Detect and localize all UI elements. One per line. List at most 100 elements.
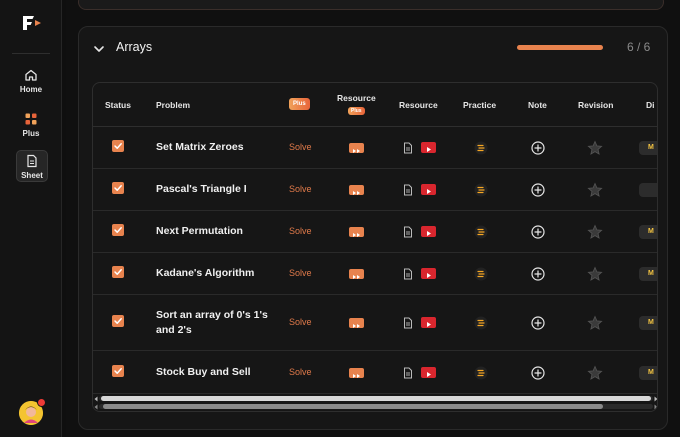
problems-table: Status Problem Plus Resource Plus Resour…	[92, 82, 658, 412]
solve-link[interactable]: Solve	[289, 226, 312, 236]
sidebar-item-label: Sheet	[21, 171, 43, 180]
revision-star-icon[interactable]	[587, 140, 603, 156]
youtube-button[interactable]	[421, 142, 436, 153]
article-icon[interactable]	[403, 268, 413, 280]
difficulty-badge: M	[639, 267, 657, 281]
progress-bar	[517, 45, 603, 50]
section-title[interactable]: Arrays	[116, 40, 152, 54]
sheet-icon	[27, 154, 37, 168]
practice-icon[interactable]	[474, 267, 488, 281]
revision-star-icon[interactable]	[587, 182, 603, 198]
plus-video-button[interactable]	[349, 367, 364, 378]
problem-name[interactable]: Set Matrix Zeroes	[156, 140, 276, 155]
article-icon[interactable]	[403, 226, 413, 238]
plus-video-button[interactable]	[349, 269, 364, 279]
add-note-icon[interactable]	[531, 141, 545, 155]
table-row: Kadane's Algorithm Solve M	[93, 253, 657, 295]
horizontal-scrollbar[interactable]	[93, 394, 658, 411]
video-play-icon	[353, 149, 360, 153]
notification-dot	[37, 398, 46, 407]
add-note-icon[interactable]	[531, 183, 545, 197]
check-icon	[114, 367, 122, 374]
check-icon	[114, 269, 122, 275]
youtube-button[interactable]	[421, 317, 436, 328]
table-header: Status Problem Plus Resource Plus Resour…	[93, 83, 657, 127]
article-icon[interactable]	[403, 367, 413, 379]
status-checkbox[interactable]	[112, 224, 124, 236]
article-icon[interactable]	[403, 142, 413, 154]
header-problem: Problem	[156, 100, 191, 110]
problem-name[interactable]: Pascal's Triangle I	[156, 182, 276, 197]
add-note-icon[interactable]	[531, 365, 545, 380]
sidebar-item-label: Plus	[22, 129, 40, 138]
youtube-play-icon	[427, 147, 431, 152]
solve-link[interactable]: Solve	[289, 142, 312, 152]
video-play-icon	[353, 191, 360, 195]
revision-star-icon[interactable]	[587, 364, 603, 381]
scroll-right-icon[interactable]	[653, 404, 658, 410]
problem-name[interactable]: Stock Buy and Sell	[156, 365, 276, 380]
sidebar-item-sheet[interactable]: Sheet	[16, 150, 48, 182]
plus-video-button[interactable]	[349, 227, 364, 237]
header-status: Status	[105, 100, 131, 110]
scrollbar-thumb[interactable]	[103, 404, 603, 409]
practice-icon[interactable]	[474, 141, 488, 155]
header-practice: Practice	[463, 100, 497, 110]
solve-link[interactable]: Solve	[289, 367, 312, 377]
youtube-button[interactable]	[421, 184, 436, 195]
progress-fill	[517, 45, 603, 50]
video-play-icon	[353, 373, 360, 378]
status-checkbox[interactable]	[112, 182, 124, 194]
practice-icon[interactable]	[474, 225, 488, 239]
check-icon	[114, 185, 122, 191]
status-checkbox[interactable]	[112, 140, 124, 152]
chevron-down-icon[interactable]	[93, 44, 105, 54]
status-checkbox[interactable]	[112, 315, 124, 327]
sidebar: Home Plus Sheet	[0, 0, 62, 437]
previous-section-card	[78, 0, 664, 10]
article-icon[interactable]	[403, 184, 413, 196]
sidebar-item-label: Home	[19, 85, 43, 94]
youtube-button[interactable]	[421, 366, 436, 378]
revision-star-icon[interactable]	[587, 266, 603, 282]
scroll-right-icon[interactable]	[653, 396, 658, 402]
sidebar-divider	[12, 53, 50, 54]
difficulty-badge: M	[639, 225, 657, 239]
plus-video-button[interactable]	[349, 318, 364, 328]
practice-icon[interactable]	[474, 183, 488, 197]
add-note-icon[interactable]	[531, 267, 545, 281]
difficulty-badge	[639, 183, 657, 197]
video-play-icon	[353, 233, 360, 237]
practice-icon[interactable]	[474, 316, 488, 330]
status-checkbox[interactable]	[112, 266, 124, 278]
solve-link[interactable]: Solve	[289, 184, 312, 194]
practice-icon[interactable]	[474, 366, 488, 380]
table-row: Pascal's Triangle I Solve	[93, 169, 657, 211]
table-row: Set Matrix Zeroes Solve M	[93, 127, 657, 169]
status-checkbox[interactable]	[112, 364, 124, 377]
youtube-play-icon	[427, 322, 431, 327]
revision-star-icon[interactable]	[587, 315, 603, 331]
solve-link[interactable]: Solve	[289, 268, 312, 278]
youtube-button[interactable]	[421, 226, 436, 237]
plus-video-button[interactable]	[349, 185, 364, 195]
sidebar-item-home[interactable]: Home	[14, 66, 48, 100]
solve-link[interactable]: Solve	[289, 317, 312, 327]
plus-video-button[interactable]	[349, 143, 364, 153]
article-icon[interactable]	[403, 317, 413, 329]
problem-name[interactable]: Sort an array of 0's 1's and 2's	[156, 308, 276, 338]
sidebar-item-plus[interactable]: Plus	[14, 110, 48, 144]
revision-star-icon[interactable]	[587, 224, 603, 240]
youtube-play-icon	[427, 273, 431, 278]
plus-badge: Plus	[289, 98, 310, 110]
youtube-play-icon	[427, 231, 431, 236]
problem-name[interactable]: Next Permutation	[156, 224, 276, 239]
plus-grid-icon	[25, 113, 37, 125]
logo-icon[interactable]	[20, 14, 44, 32]
table-row: Sort an array of 0's 1's and 2's Solve M	[93, 295, 657, 351]
add-note-icon[interactable]	[531, 316, 545, 330]
add-note-icon[interactable]	[531, 225, 545, 239]
youtube-button[interactable]	[421, 268, 436, 279]
problem-name[interactable]: Kadane's Algorithm	[156, 266, 276, 281]
scrollbar-thumb[interactable]	[101, 396, 651, 401]
